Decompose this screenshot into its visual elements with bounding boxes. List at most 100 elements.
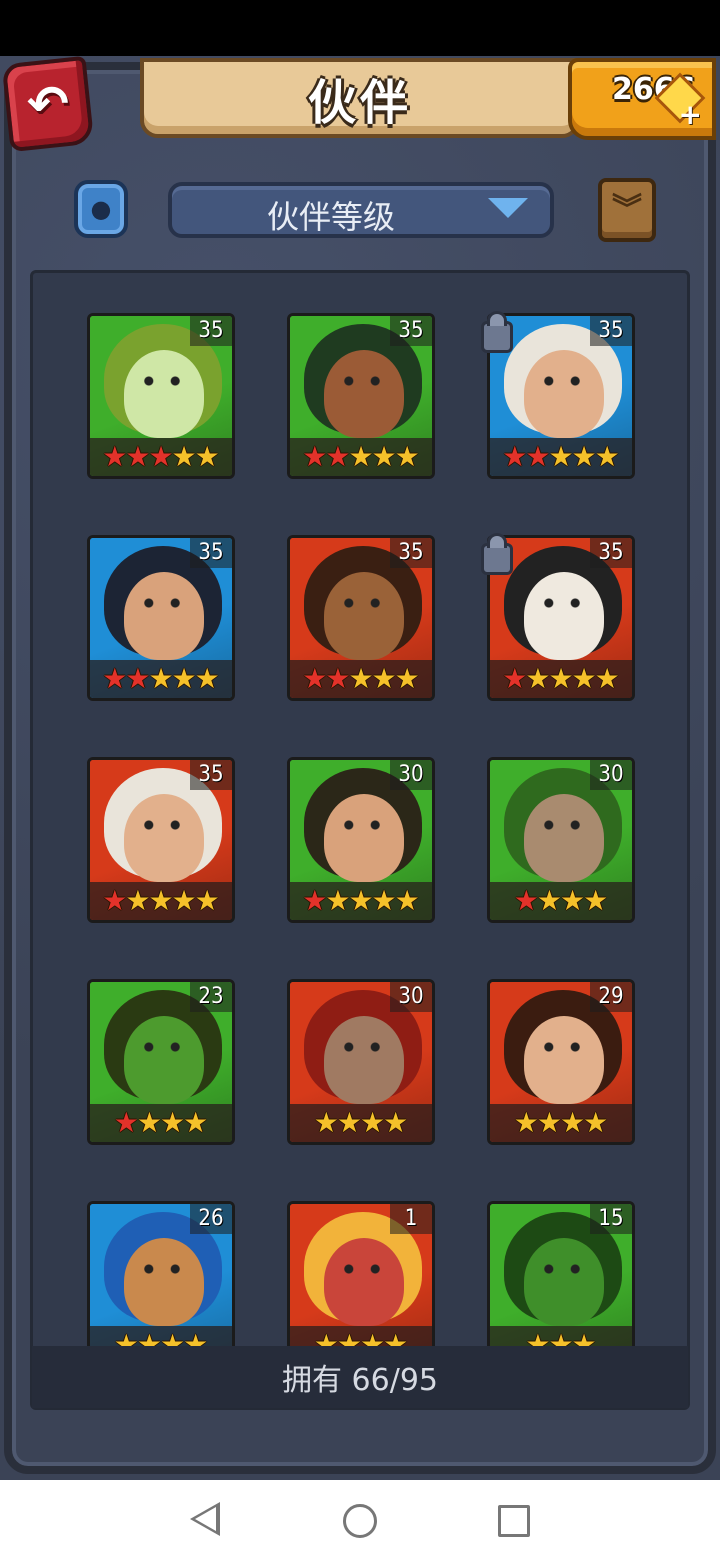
lock-icon (481, 533, 513, 575)
companion-eyes (340, 820, 384, 830)
star-rating: ★ ★ ★ ★ (490, 882, 632, 920)
gem-counter-button[interactable]: 2666 + (568, 58, 716, 140)
companion-card[interactable]: 35 ★ ★ ★ ★ ★ (87, 535, 235, 701)
companion-face (324, 350, 404, 438)
nav-back-icon[interactable] (190, 1502, 220, 1536)
nav-recents-icon[interactable] (498, 1505, 530, 1537)
star-rating: ★ ★ ★ ★ (490, 1104, 632, 1142)
companion-level: 35 (590, 316, 632, 346)
star-icon: ★ (394, 884, 420, 917)
companion-card[interactable]: 30 ★ ★ ★ ★ (287, 979, 435, 1145)
companion-eyes (140, 376, 184, 386)
collapse-button[interactable]: ︾ (598, 178, 656, 242)
star-icon: ★ (183, 1106, 209, 1139)
companion-level: 35 (390, 316, 432, 346)
companion-eyes (340, 376, 384, 386)
star-icon: ★ (113, 1106, 139, 1139)
star-icon: ★ (371, 662, 397, 695)
star-icon: ★ (348, 884, 374, 917)
companion-card[interactable]: 15 ★ ★ ★ (487, 1201, 635, 1367)
title-banner: 伙伴 (140, 58, 580, 138)
star-icon: ★ (371, 884, 397, 917)
star-rating: ★ ★ ★ ★ ★ (490, 438, 632, 476)
star-rating: ★ ★ ★ ★ ★ (290, 660, 432, 698)
companion-level: 35 (590, 538, 632, 568)
companion-eyes (340, 1042, 384, 1052)
companion-face (124, 1238, 204, 1326)
companion-face (324, 572, 404, 660)
companion-eyes (140, 820, 184, 830)
star-icon: ★ (513, 1106, 539, 1139)
nav-home-icon[interactable] (343, 1504, 377, 1538)
star-icon: ★ (194, 440, 220, 473)
star-icon: ★ (394, 440, 420, 473)
companion-card[interactable]: 30 ★ ★ ★ ★ ★ (287, 757, 435, 923)
star-icon: ★ (125, 884, 151, 917)
star-icon: ★ (302, 440, 328, 473)
element-filter-icon: ● (90, 195, 112, 223)
element-filter-button[interactable]: ● (74, 180, 128, 238)
star-rating: ★ ★ ★ ★ (90, 1104, 232, 1142)
star-icon: ★ (102, 662, 128, 695)
star-icon: ★ (360, 1106, 386, 1139)
companion-level: 35 (390, 538, 432, 568)
companion-card[interactable]: 29 ★ ★ ★ ★ (487, 979, 635, 1145)
star-icon: ★ (571, 440, 597, 473)
companion-card[interactable]: 35 ★ ★ ★ ★ ★ (287, 313, 435, 479)
companion-eyes (540, 598, 584, 608)
companion-level: 35 (190, 316, 232, 346)
star-icon: ★ (348, 662, 374, 695)
star-icon: ★ (502, 662, 528, 695)
companion-card[interactable]: 35 ★ ★ ★ ★ ★ (87, 313, 235, 479)
back-button[interactable]: ↶ (1, 55, 95, 153)
companion-face (124, 794, 204, 882)
companion-level: 15 (590, 1204, 632, 1234)
sort-dropdown[interactable]: 伙伴等级 (168, 182, 554, 238)
star-rating: ★ ★ ★ ★ (290, 1104, 432, 1142)
star-icon: ★ (594, 662, 620, 695)
star-icon: ★ (336, 1106, 362, 1139)
star-icon: ★ (160, 1106, 186, 1139)
companion-grid: 35 ★ ★ ★ ★ ★ 35 ★ ★ ★ ★ ★ 35 ★ ★ ★ ★ ★ 35 ★ ★ ★ ★ ★ 35 ★ ★ ★ ★ ★ 35 ★ ★ ★… (30, 270, 690, 1410)
star-rating: ★ ★ ★ ★ ★ (90, 660, 232, 698)
star-icon: ★ (102, 884, 128, 917)
star-icon: ★ (583, 1106, 609, 1139)
companion-level: 29 (590, 982, 632, 1012)
system-nav-bar (0, 1480, 720, 1560)
owned-count: 拥有 66/95 (282, 1363, 438, 1398)
star-icon: ★ (394, 662, 420, 695)
companion-card[interactable]: 23 ★ ★ ★ ★ (87, 979, 235, 1145)
star-icon: ★ (536, 1106, 562, 1139)
plus-icon: + (678, 98, 702, 131)
companion-card[interactable]: 26 ★ ★ ★ ★ (87, 1201, 235, 1367)
star-icon: ★ (536, 884, 562, 917)
page-title: 伙伴 (307, 75, 412, 131)
companion-eyes (140, 598, 184, 608)
star-icon: ★ (194, 884, 220, 917)
star-icon: ★ (148, 662, 174, 695)
companion-eyes (140, 1264, 184, 1274)
star-icon: ★ (194, 662, 220, 695)
companion-eyes (140, 1042, 184, 1052)
companion-level: 30 (390, 760, 432, 790)
companion-card[interactable]: 35 ★ ★ ★ ★ ★ (87, 757, 235, 923)
companion-level: 35 (190, 760, 232, 790)
companion-card[interactable]: 30 ★ ★ ★ ★ (487, 757, 635, 923)
star-icon: ★ (148, 440, 174, 473)
companion-level: 35 (190, 538, 232, 568)
companion-card[interactable]: 1 ★ ★ ★ ★ (287, 1201, 435, 1367)
star-icon: ★ (548, 440, 574, 473)
star-icon: ★ (548, 662, 574, 695)
collapse-chevron-icon: ︾ (612, 192, 642, 227)
star-icon: ★ (583, 884, 609, 917)
star-icon: ★ (325, 662, 351, 695)
lock-icon (481, 311, 513, 353)
companion-face (124, 1016, 204, 1104)
companion-eyes (540, 376, 584, 386)
companion-card[interactable]: 35 ★ ★ ★ ★ ★ (287, 535, 435, 701)
star-icon: ★ (102, 440, 128, 473)
companion-level: 26 (190, 1204, 232, 1234)
companion-face (324, 794, 404, 882)
companion-face (124, 572, 204, 660)
star-icon: ★ (325, 884, 351, 917)
